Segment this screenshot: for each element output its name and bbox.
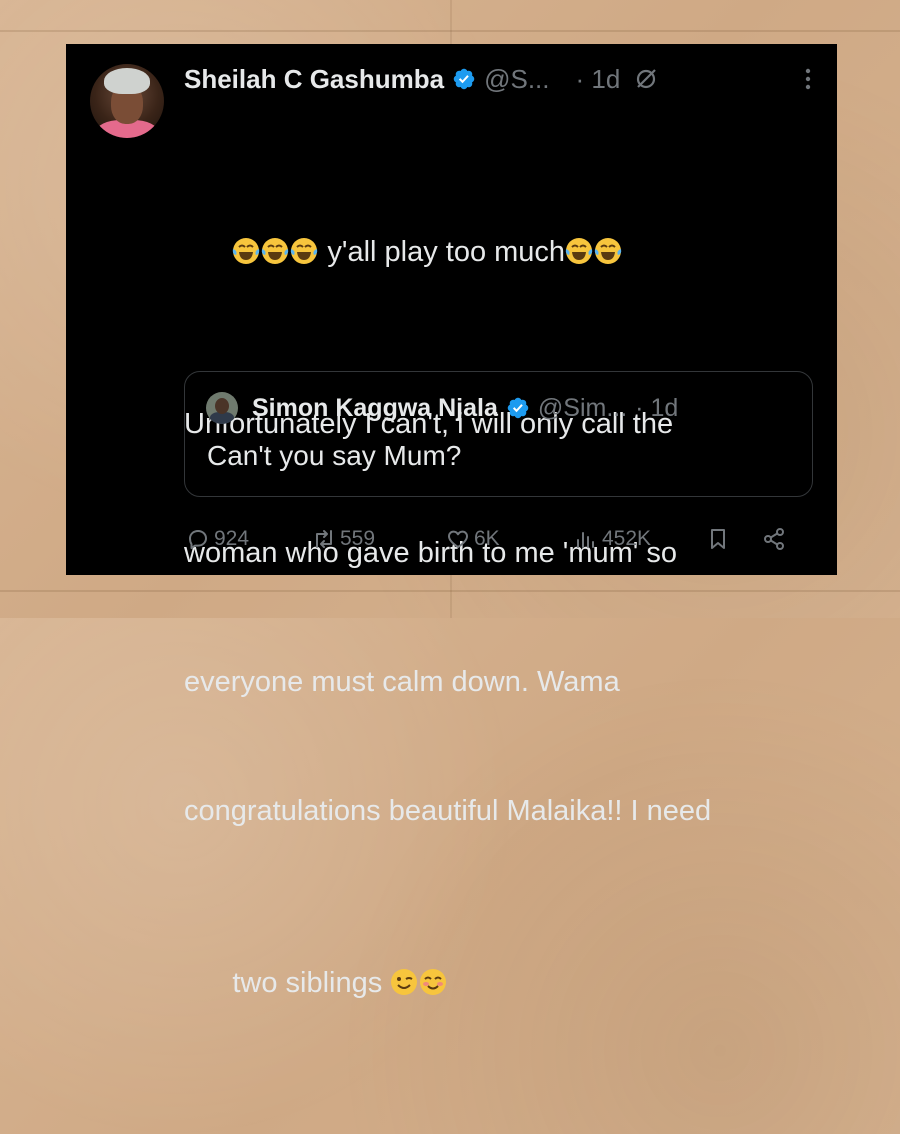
- reply-count: 924: [214, 527, 250, 550]
- tweet-line: congratulations beautiful Malaika!! I ne…: [184, 795, 712, 827]
- reply-button[interactable]: 924: [186, 522, 249, 556]
- tears-of-joy-emoji-icon: [594, 238, 622, 264]
- tweet-time[interactable]: · 1d: [575, 64, 620, 95]
- views-icon: [577, 532, 594, 548]
- bookmark-button[interactable]: [706, 522, 734, 556]
- heart-icon: [448, 530, 468, 548]
- repost-count: 559: [340, 527, 376, 550]
- quoted-avatar[interactable]: [206, 392, 238, 424]
- bookmark-icon: [711, 529, 725, 549]
- repost-icon: [316, 530, 332, 548]
- views-button[interactable]: 452K: [574, 522, 651, 556]
- more-icon[interactable]: [805, 68, 811, 90]
- smiling-face-emoji-icon: [420, 969, 447, 995]
- quoted-author-handle[interactable]: @Sim...: [538, 394, 627, 423]
- tears-of-joy-emoji-icon: [233, 238, 260, 264]
- tweet-line-text: two siblings: [232, 967, 391, 999]
- tweet-line-text: y'all play too much: [319, 236, 566, 268]
- quoted-text: Can't you say Mum?: [207, 440, 462, 471]
- tears-of-joy-emoji-icon: [262, 238, 289, 264]
- views-count: 452K: [602, 527, 652, 550]
- grok-icon[interactable]: [634, 67, 658, 91]
- repost-button[interactable]: 559: [312, 522, 375, 556]
- verified-badge-icon: [507, 397, 529, 419]
- share-icon: [764, 528, 784, 550]
- author-handle[interactable]: @S...: [484, 64, 549, 95]
- quoted-time[interactable]: · 1d: [635, 394, 678, 423]
- tweet-line: y'all play too much: [184, 188, 814, 317]
- tweet-text: y'all play too much Unfortunately I can'…: [184, 102, 814, 1134]
- avatar[interactable]: [90, 64, 164, 138]
- tears-of-joy-emoji-icon: [291, 238, 318, 264]
- quoted-header: Simon Kaggwa Njala @Sim... · 1d: [252, 390, 678, 426]
- quoted-tweet[interactable]: Simon Kaggwa Njala @Sim... · 1d Can't yo…: [184, 371, 813, 497]
- author-name[interactable]: Sheilah C Gashumba: [184, 64, 444, 95]
- like-button[interactable]: 6K: [446, 522, 500, 556]
- tweet-header: Sheilah C Gashumba @S... · 1d: [184, 59, 658, 99]
- tweet-card[interactable]: Sheilah C Gashumba @S... · 1d y'all play…: [66, 44, 837, 999]
- like-count: 6K: [474, 527, 500, 550]
- winking-face-emoji-icon: [391, 969, 418, 995]
- action-bar: 924 559 6K 452K: [184, 522, 834, 556]
- tweet-line: two siblings: [184, 919, 814, 1048]
- share-button[interactable]: [762, 522, 790, 556]
- quoted-author-name[interactable]: Simon Kaggwa Njala: [252, 394, 498, 423]
- verified-badge-icon: [453, 68, 475, 90]
- reply-icon: [189, 530, 207, 549]
- tweet-line: everyone must calm down. Wama: [184, 666, 620, 698]
- tears-of-joy-emoji-icon: [565, 238, 593, 264]
